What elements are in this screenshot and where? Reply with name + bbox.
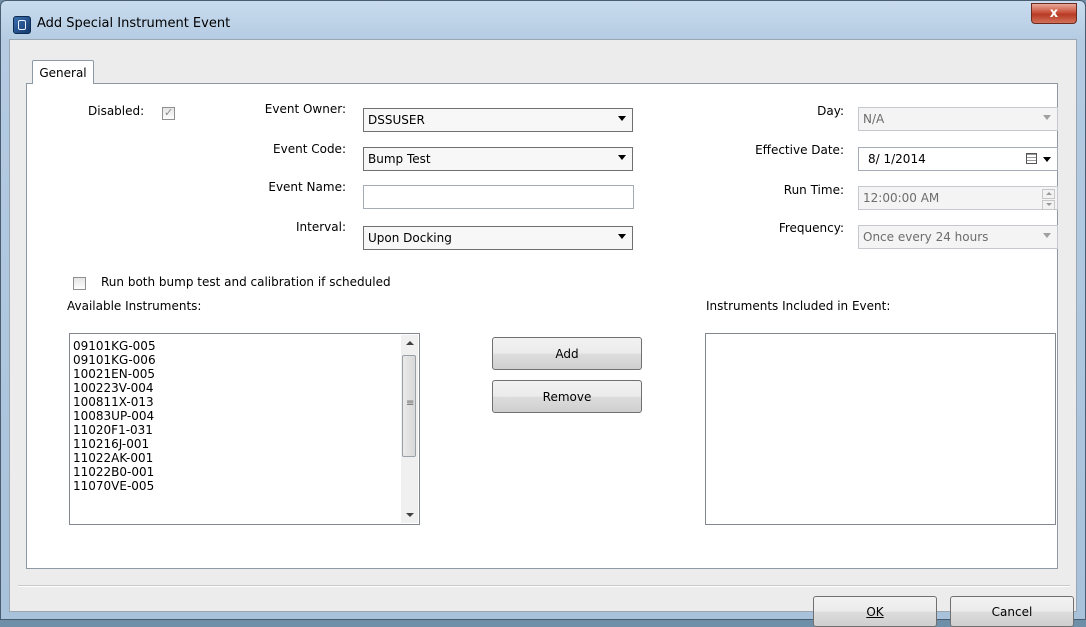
close-button[interactable]: x: [1031, 3, 1077, 24]
interval-value: Upon Docking: [368, 231, 452, 245]
list-item[interactable]: 10083UP-004: [73, 409, 156, 423]
available-instruments-label: Available Instruments:: [67, 299, 202, 313]
window-title: Add Special Instrument Event: [37, 16, 231, 31]
event-owner-label: Event Owner:: [264, 102, 346, 116]
frequency-dropdown: Once every 24 hours: [858, 225, 1058, 249]
included-instruments-label: Instruments Included in Event:: [706, 299, 891, 313]
cancel-button-label: Cancel: [991, 604, 1033, 619]
list-item[interactable]: 11022B0-001: [73, 465, 156, 479]
ok-button[interactable]: OK: [813, 596, 937, 627]
run-time-value: 12:00:00 AM: [863, 191, 940, 205]
disabled-checkbox[interactable]: [162, 106, 175, 120]
cancel-button[interactable]: Cancel: [950, 596, 1074, 627]
day-label: Day:: [817, 104, 844, 118]
title-bar[interactable]: Add Special Instrument Event x: [1, 1, 1085, 41]
dialog-window: Add Special Instrument Event x General D…: [0, 0, 1086, 627]
chevron-down-icon: [1043, 115, 1051, 120]
list-item[interactable]: 110216J-001: [73, 437, 156, 451]
interval-label: Interval:: [296, 220, 346, 234]
effective-date-picker[interactable]: 8/ 1/2014: [858, 147, 1058, 171]
spin-up-icon: [1042, 189, 1055, 199]
calendar-icon[interactable]: [1026, 153, 1037, 164]
event-code-dropdown[interactable]: Bump Test: [363, 147, 633, 171]
event-name-input[interactable]: [363, 185, 634, 209]
list-item[interactable]: 100223V-004: [73, 381, 156, 395]
dialog-body: General Disabled: Event Owner: DSSUSER E…: [9, 39, 1077, 627]
run-both-checkbox[interactable]: [73, 277, 86, 290]
day-dropdown: N/A: [858, 107, 1058, 131]
chevron-down-icon: [1043, 233, 1051, 238]
day-value: N/A: [863, 112, 885, 126]
frequency-label: Frequency:: [778, 221, 844, 235]
tab-general[interactable]: General: [32, 60, 94, 84]
run-time-label: Run Time:: [783, 183, 844, 197]
scroll-thumb[interactable]: [402, 355, 416, 457]
run-both-label[interactable]: Run both bump test and calibration if sc…: [101, 275, 391, 289]
available-items: 09101KG-005 09101KG-006 10021EN-005 100223V…: [73, 339, 156, 493]
add-button[interactable]: Add: [492, 337, 642, 370]
app-icon: [13, 16, 31, 34]
effective-date-value: 8/ 1/2014: [868, 152, 926, 166]
list-item[interactable]: 09101KG-006: [73, 353, 156, 367]
list-item[interactable]: 10021EN-005: [73, 367, 156, 381]
list-item[interactable]: 09101KG-005: [73, 339, 156, 353]
event-owner-value: DSSUSER: [368, 113, 425, 127]
available-instruments-list[interactable]: 09101KG-005 09101KG-006 10021EN-005 100223V…: [69, 333, 420, 525]
run-time-spinner: [1042, 189, 1055, 210]
event-code-label: Event Code:: [273, 142, 346, 156]
remove-button[interactable]: Remove: [492, 380, 642, 413]
vertical-scrollbar[interactable]: [401, 335, 418, 523]
chevron-down-icon: [618, 116, 626, 121]
chevron-down-icon[interactable]: [1043, 157, 1051, 162]
included-instruments-list[interactable]: [705, 333, 1056, 525]
ok-button-label: OK: [866, 604, 884, 619]
list-item[interactable]: 11020F1-031: [73, 423, 156, 437]
scroll-down-icon[interactable]: [401, 506, 418, 523]
frequency-value: Once every 24 hours: [863, 230, 989, 244]
interval-dropdown[interactable]: Upon Docking: [363, 226, 633, 250]
chevron-down-icon: [618, 234, 626, 239]
effective-date-label: Effective Date:: [755, 143, 844, 157]
list-item[interactable]: 11070VE-005: [73, 479, 156, 493]
spin-down-icon: [1042, 200, 1055, 210]
general-panel: Disabled: Event Owner: DSSUSER Event Cod…: [26, 83, 1058, 569]
chevron-down-icon: [618, 155, 626, 160]
scroll-up-icon[interactable]: [401, 335, 418, 352]
disabled-label: Disabled:: [88, 104, 145, 118]
event-name-label: Event Name:: [268, 180, 346, 194]
run-time-input: 12:00:00 AM: [858, 186, 1058, 210]
event-owner-dropdown[interactable]: DSSUSER: [363, 108, 633, 132]
event-code-value: Bump Test: [368, 152, 431, 166]
list-item[interactable]: 11022AK-001: [73, 451, 156, 465]
list-item[interactable]: 100811X-013: [73, 395, 156, 409]
separator: [18, 585, 1070, 587]
